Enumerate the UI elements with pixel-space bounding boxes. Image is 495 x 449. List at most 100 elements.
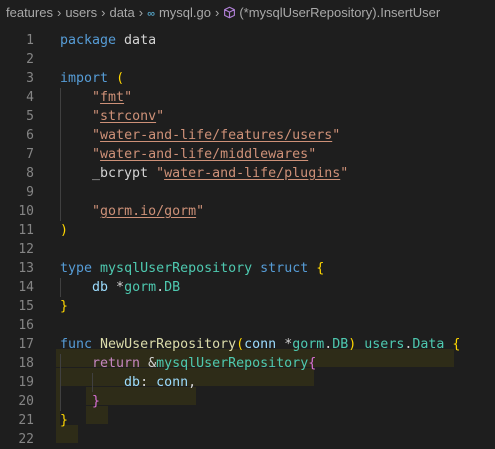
- code-token: ): [60, 223, 69, 238]
- code-line[interactable]: 6 "water-and-life/features/users": [0, 126, 495, 145]
- line-number: 11: [18, 223, 34, 238]
- line-number: 7: [26, 147, 34, 162]
- line-number: 9: [26, 185, 34, 200]
- code-line[interactable]: 2: [0, 50, 495, 69]
- code-line[interactable]: 11): [0, 221, 495, 240]
- code-token: (: [236, 337, 245, 352]
- code-token: }: [60, 299, 69, 314]
- line-number: 21: [18, 413, 34, 428]
- code-line[interactable]: 13 type mysqlUserRepository struct {: [0, 259, 495, 278]
- code-line[interactable]: 15}: [0, 297, 495, 316]
- code-token: db: [92, 280, 109, 295]
- code-token: ": [308, 147, 317, 162]
- code-line[interactable]: 5 "strconv": [0, 107, 495, 126]
- line-number: 13: [18, 261, 34, 276]
- code-token: func: [60, 337, 93, 352]
- code-line[interactable]: 7 "water-and-life/middlewares": [0, 145, 495, 164]
- breadcrumb-item-data[interactable]: data: [109, 5, 134, 20]
- code-text: _bcrypt "water-and-life/plugins": [60, 164, 348, 183]
- code-line[interactable]: 12: [0, 240, 495, 259]
- code-token: gorm: [124, 280, 157, 295]
- code-text: import (: [60, 69, 124, 88]
- code-line[interactable]: 20 }: [0, 392, 495, 411]
- code-line[interactable]: 18 return &mysqlUserRepository{: [0, 354, 495, 373]
- code-text: }: [60, 392, 100, 411]
- code-line[interactable]: 1 package data: [0, 31, 495, 50]
- code-token: DB: [164, 280, 181, 295]
- code-line[interactable]: 22: [0, 430, 495, 449]
- code-line[interactable]: 16: [0, 316, 495, 335]
- line-number: 2: [26, 52, 34, 67]
- breadcrumb-item-symbol[interactable]: (*mysqlUserRepository).InsertUser: [239, 5, 440, 20]
- code-token: {: [316, 261, 325, 276]
- code-text: }: [60, 297, 68, 316]
- code-token: gorm: [292, 337, 325, 352]
- code-token: package: [60, 33, 117, 48]
- code-token: }: [60, 413, 69, 428]
- code-token: Data: [412, 337, 445, 352]
- indent-guide: [60, 88, 61, 221]
- code-text: db: conn,: [60, 373, 196, 392]
- code-token: ": [92, 147, 101, 162]
- code-token: &: [140, 356, 157, 371]
- code-text: "water-and-life/middlewares": [60, 145, 316, 164]
- line-number: 22: [18, 432, 34, 447]
- code-line[interactable]: 14 db *gorm.DB: [0, 278, 495, 297]
- breadcrumb-item-file[interactable]: mysql.go: [159, 5, 211, 20]
- code-token: ": [92, 109, 101, 124]
- indent-guide: [60, 278, 61, 297]
- code-token: data: [116, 33, 157, 48]
- code-token: ": [92, 204, 101, 219]
- line-number: 20: [18, 394, 34, 409]
- go-file-icon: ∞: [147, 8, 155, 20]
- code-token: ": [124, 90, 133, 105]
- line-number: 15: [18, 299, 34, 314]
- method-cube-icon: [224, 6, 236, 19]
- code-token: ": [92, 128, 101, 143]
- code-line[interactable]: 10 "gorm.io/gorm": [0, 202, 495, 221]
- code-token: ": [92, 90, 101, 105]
- code-line[interactable]: 19 db: conn,: [0, 373, 495, 392]
- code-token: NewUserRepository: [100, 337, 237, 352]
- code-token: *: [276, 337, 293, 352]
- code-token: }: [92, 394, 101, 409]
- code-text: package data: [60, 31, 156, 50]
- code-text: "gorm.io/gorm": [60, 202, 204, 221]
- code-line[interactable]: 3 import (: [0, 69, 495, 88]
- code-token: return: [92, 356, 141, 371]
- chevron-right-icon: ›: [138, 5, 144, 20]
- code-line[interactable]: 17 func NewUserRepository(conn *gorm.DB) …: [0, 335, 495, 354]
- code-token: type: [60, 261, 93, 276]
- code-token: ": [332, 128, 341, 143]
- code-token: water-and-life/middlewares: [100, 147, 309, 162]
- line-number: 8: [26, 166, 34, 181]
- code-token: conn: [244, 337, 277, 352]
- line-number: 3: [26, 71, 34, 86]
- line-number: 17: [18, 337, 34, 352]
- line-number: 19: [18, 375, 34, 390]
- code-token: fmt: [100, 90, 125, 105]
- code-token: {: [308, 356, 317, 371]
- code-text: "fmt": [60, 88, 132, 107]
- code-line[interactable]: 21}: [0, 411, 495, 430]
- line-number: 18: [18, 356, 34, 371]
- code-text: db *gorm.DB: [60, 278, 180, 297]
- breadcrumb-item-features[interactable]: features: [6, 5, 53, 20]
- code-line[interactable]: 9: [0, 183, 495, 202]
- code-token: ": [196, 204, 205, 219]
- code-token: mysqlUserRepository: [100, 261, 253, 276]
- code-line[interactable]: 4 "fmt": [0, 88, 495, 107]
- code-token: (: [116, 71, 125, 86]
- code-line[interactable]: 8 _bcrypt "water-and-life/plugins": [0, 164, 495, 183]
- line-number: 5: [26, 109, 34, 124]
- line-number: 6: [26, 128, 34, 143]
- breadcrumb-item-users[interactable]: users: [65, 5, 97, 20]
- code-token: {: [452, 337, 461, 352]
